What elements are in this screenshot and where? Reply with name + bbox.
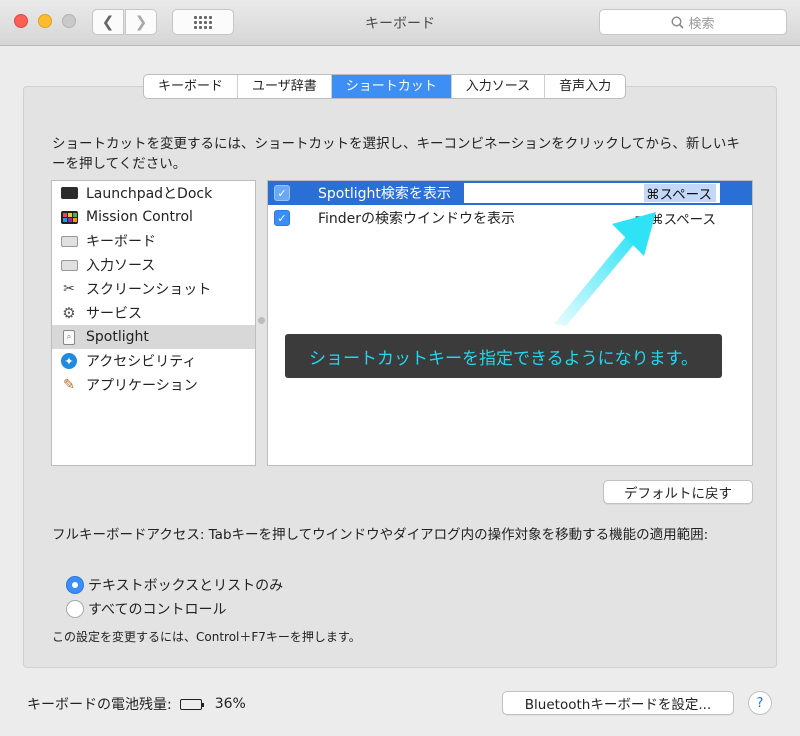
title-bar: ❮ ❯ キーボード 検索 <box>0 0 800 46</box>
spotlight-icon: ⌕ <box>60 329 78 345</box>
category-label: LaunchpadとDock <box>86 186 213 202</box>
tab-input-sources[interactable]: 入力ソース <box>452 75 546 98</box>
category-label: アプリケーション <box>86 378 198 394</box>
radio-text-boxes-lists-only[interactable]: テキストボックスとリストのみ <box>66 575 283 595</box>
full-keyboard-access-description: フルキーボードアクセス: Tabキーを押してウインドウやダイアログ内の操作対象を… <box>52 527 709 543</box>
shortcut-row-finder-search[interactable]: ✓ Finderの検索ウインドウを表示 ⌥⌘スペース <box>268 206 752 230</box>
category-label: サービス <box>86 306 142 322</box>
checkmark-icon[interactable]: ✓ <box>274 185 290 201</box>
accessibility-icon: ✦ <box>60 353 78 369</box>
category-screenshots[interactable]: ✂ スクリーンショット <box>52 277 255 301</box>
instruction-text: ショートカットを変更するには、ショートカットを選択し、キーコンビネーションをクリ… <box>52 136 740 172</box>
radio-label: テキストボックスとリストのみ <box>88 578 284 594</box>
category-accessibility[interactable]: ✦ アクセシビリティ <box>52 349 255 373</box>
tab-keyboard[interactable]: キーボード <box>144 75 239 98</box>
category-spotlight[interactable]: ⌕ Spotlight <box>52 325 255 349</box>
tab-dictation[interactable]: 音声入力 <box>545 75 625 98</box>
launchpad-dock-icon <box>60 185 78 201</box>
radio-all-controls[interactable]: すべてのコントロール <box>66 599 226 619</box>
category-label: 入力ソース <box>86 258 156 274</box>
radio-unselected-icon[interactable] <box>66 600 84 618</box>
tab-bar: キーボード ユーザ辞書 ショートカット 入力ソース 音声入力 <box>143 74 627 99</box>
radio-label: すべてのコントロール <box>88 602 227 618</box>
keyboard-icon <box>60 233 78 249</box>
restore-defaults-button[interactable]: デフォルトに戻す <box>603 480 753 504</box>
screenshot-icon: ✂ <box>63 281 75 297</box>
search-icon <box>671 15 685 29</box>
annotation-arrow-icon <box>554 212 656 326</box>
category-label: スクリーンショット <box>86 282 212 298</box>
shortcut-row-spotlight-search[interactable]: ✓ Spotlight検索を表示 ⌘スペース <box>268 181 752 205</box>
category-keyboard[interactable]: キーボード <box>52 229 255 253</box>
search-placeholder: 検索 <box>688 16 715 32</box>
battery-percent: 36% <box>214 696 246 712</box>
shortcut-label: Spotlight検索を表示 <box>318 186 451 202</box>
applications-icon: ✎ <box>63 377 75 393</box>
category-input-sources[interactable]: 入力ソース <box>52 253 255 277</box>
help-button[interactable]: ? <box>748 691 772 715</box>
tab-shortcuts[interactable]: ショートカット <box>331 75 452 98</box>
checkmark-icon[interactable]: ✓ <box>274 210 290 226</box>
category-label: アクセシビリティ <box>86 354 197 370</box>
shortcut-list: ✓ Spotlight検索を表示 ⌘スペース ✓ Finderの検索ウインドウを… <box>267 180 753 466</box>
radio-selected-icon[interactable] <box>66 576 84 594</box>
search-input[interactable]: 検索 <box>599 9 787 35</box>
category-list: LaunchpadとDock Mission Control キーボード 入力ソ… <box>51 180 256 466</box>
setup-bluetooth-keyboard-button[interactable]: Bluetoothキーボードを設定... <box>502 691 734 715</box>
battery-icon <box>179 698 204 710</box>
services-gear-icon: ⚙ <box>62 304 76 322</box>
category-launchpad-dock[interactable]: LaunchpadとDock <box>52 181 255 205</box>
category-services[interactable]: ⚙ サービス <box>52 301 255 325</box>
category-label: Spotlight <box>86 329 149 345</box>
battery-status: キーボードの電池残量: 36% <box>27 694 246 714</box>
control-f7-note: この設定を変更するには、Control＋F7キーを押します。 <box>52 630 361 644</box>
category-label: キーボード <box>86 234 156 250</box>
category-applications[interactable]: ✎ アプリケーション <box>52 373 255 397</box>
shortcut-label: Finderの検索ウインドウを表示 <box>318 211 516 227</box>
input-source-icon <box>60 257 78 273</box>
mission-control-icon <box>60 209 78 225</box>
category-mission-control[interactable]: Mission Control <box>52 205 255 229</box>
annotation-callout: ショートカットキーを指定できるようになります。 <box>285 334 722 378</box>
category-label: Mission Control <box>86 209 193 225</box>
battery-label: キーボードの電池残量: <box>27 697 172 713</box>
tab-user-dictionary[interactable]: ユーザ辞書 <box>238 75 332 98</box>
split-view-handle[interactable] <box>258 317 265 324</box>
